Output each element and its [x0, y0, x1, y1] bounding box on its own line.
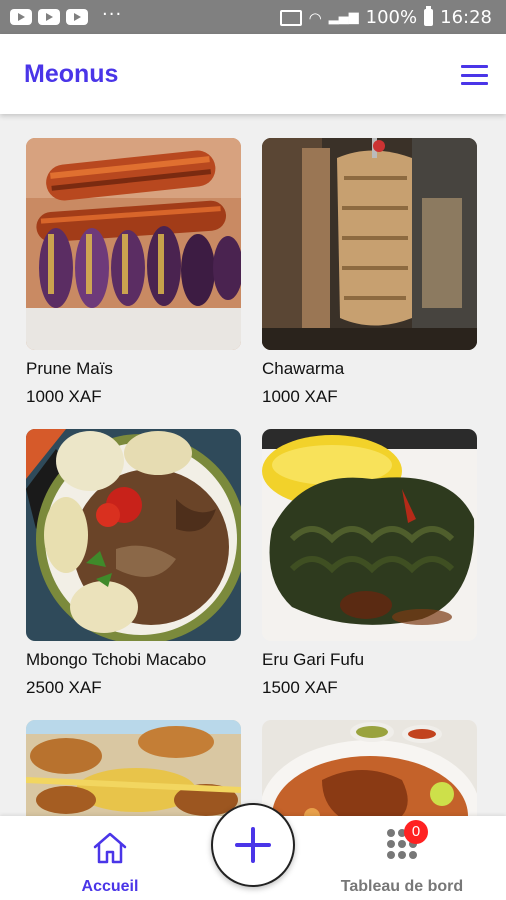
hamburger-menu-icon[interactable] — [461, 65, 488, 85]
dish-name: Mbongo Tchobi Macabo — [26, 650, 207, 669]
home-icon — [93, 832, 127, 864]
dish-card[interactable]: Prune Maïs 1000 XAF — [26, 138, 241, 407]
nav-home-label: Accueil — [81, 878, 139, 895]
battery-percent: 100% — [365, 7, 418, 28]
dish-image — [26, 429, 241, 641]
status-bar: ··· ◠ ▂▄▆ 100% 16:28 — [0, 0, 506, 34]
youtube-icon — [66, 9, 88, 25]
dish-image — [26, 720, 241, 816]
dish-card[interactable] — [26, 720, 241, 816]
dish-image — [262, 138, 477, 350]
more-notifications-icon: ··· — [102, 3, 123, 25]
dish-image — [26, 138, 241, 350]
youtube-icon — [38, 9, 60, 25]
add-button[interactable] — [211, 803, 295, 887]
dish-card[interactable]: Mbongo Tchobi Macabo 2500 XAF — [26, 429, 241, 698]
plus-icon — [235, 827, 271, 863]
wifi-icon: ◠ — [308, 8, 322, 27]
clock: 16:28 — [440, 7, 492, 28]
app-title: Meonus — [24, 60, 119, 88]
dish-name: Eru Gari Fufu — [262, 650, 365, 669]
dish-image — [262, 429, 477, 641]
nav-home[interactable]: Accueil — [60, 824, 160, 896]
dish-card[interactable]: Chawarma 1000 XAF — [262, 138, 477, 407]
cast-icon — [279, 9, 302, 26]
nav-dashboard[interactable]: 0 Tableau de bord — [322, 820, 482, 896]
youtube-icon — [10, 9, 32, 25]
dish-price: 1500 XAF — [262, 678, 338, 697]
nav-dashboard-label: Tableau de bord — [340, 878, 464, 895]
dish-price: 1000 XAF — [26, 387, 102, 406]
battery-icon — [424, 6, 434, 26]
app-bar: Meonus — [0, 34, 506, 114]
dish-card[interactable]: Eru Gari Fufu 1500 XAF — [262, 429, 477, 698]
dish-grid: Prune Maïs 1000 XAF Chawarma 1000 XAF Mb… — [0, 114, 506, 816]
dish-card[interactable] — [262, 720, 477, 816]
dish-price: 1000 XAF — [262, 387, 338, 406]
dish-price: 2500 XAF — [26, 678, 102, 697]
dish-image — [262, 720, 477, 816]
dish-name: Prune Maïs — [26, 359, 113, 378]
signal-icon: ▂▄▆ — [328, 10, 359, 25]
notification-badge: 0 — [404, 820, 428, 844]
dish-name: Chawarma — [262, 359, 345, 378]
